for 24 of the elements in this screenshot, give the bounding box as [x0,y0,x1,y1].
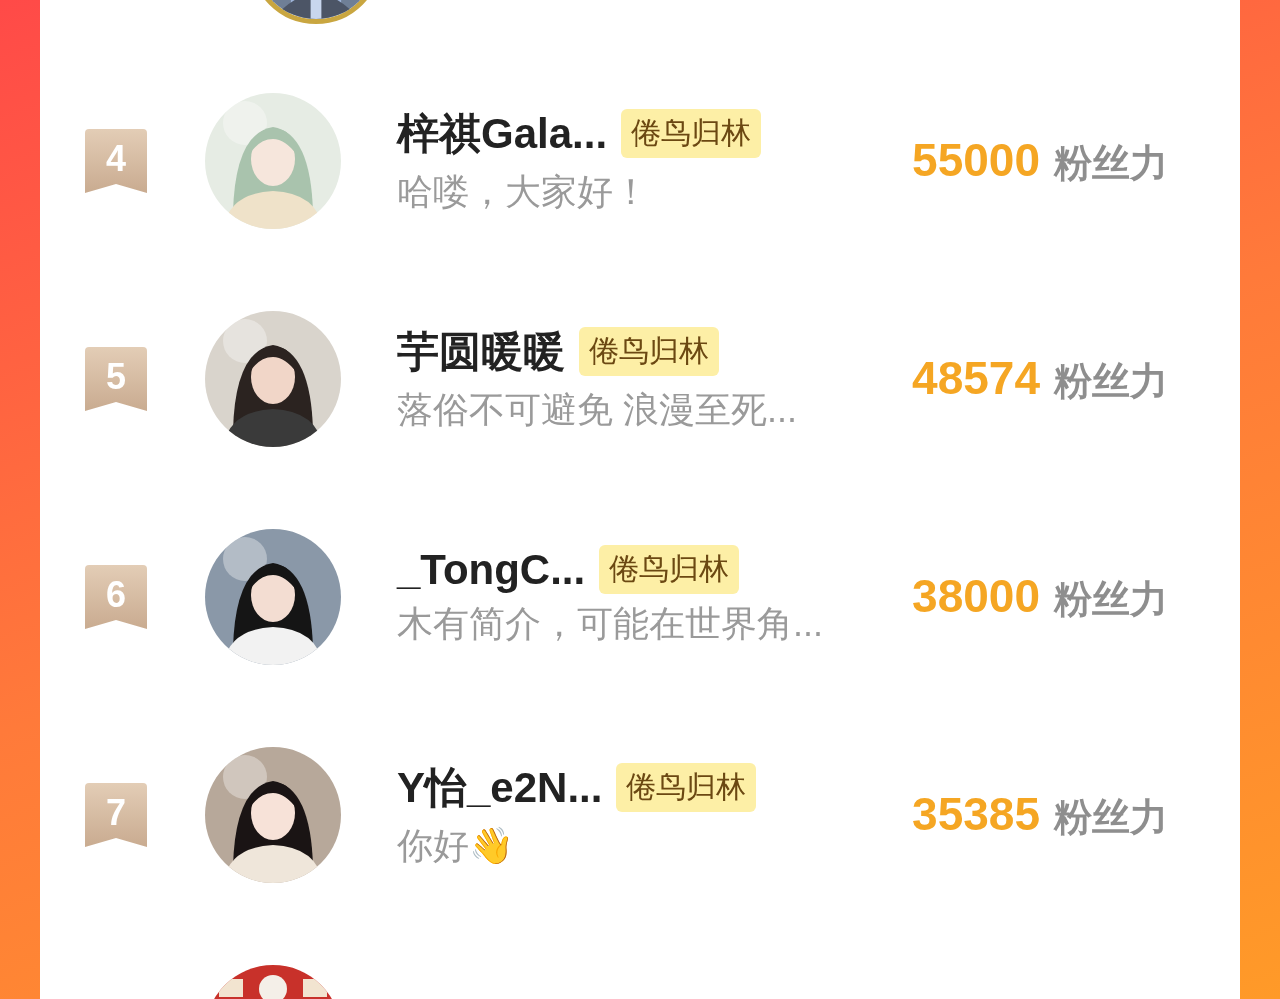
rank-flag: 4 [85,129,147,193]
user-bio: 落俗不可避免 浪漫至死... [397,387,798,432]
fan-score: 55000 [912,133,1040,187]
fan-badge: 倦鸟归林 [579,327,719,376]
user-name[interactable]: 梓祺Gala... [397,105,608,162]
fan-score: 48574 [912,351,1040,405]
fan-score: 38000 [912,569,1040,623]
user-bio: 木有简介，可能在世界角... [397,602,824,646]
user-bio: 你好👋 [397,823,515,868]
fan-badge: 倦鸟归林 [621,109,762,158]
score-unit: 粉丝力 [1054,359,1168,404]
rank-flag: 5 [85,347,147,411]
score-unit: 粉丝力 [1054,141,1168,186]
user-name[interactable]: _TongC... [397,545,586,594]
user-bio: 哈喽，大家好！ [397,169,650,214]
user-name[interactable]: Y怡_e2N... [397,759,603,816]
user-name[interactable]: 芋圆暖暖 [397,323,565,380]
score-unit: 粉丝力 [1054,577,1168,622]
rank-flag: 7 [85,783,147,847]
fan-badge: 倦鸟归林 [599,545,740,594]
fan-badge: 倦鸟归林 [616,763,757,812]
rank-flag: 6 [85,565,147,629]
fan-score: 35385 [912,787,1040,841]
score-unit: 粉丝力 [1054,795,1168,840]
